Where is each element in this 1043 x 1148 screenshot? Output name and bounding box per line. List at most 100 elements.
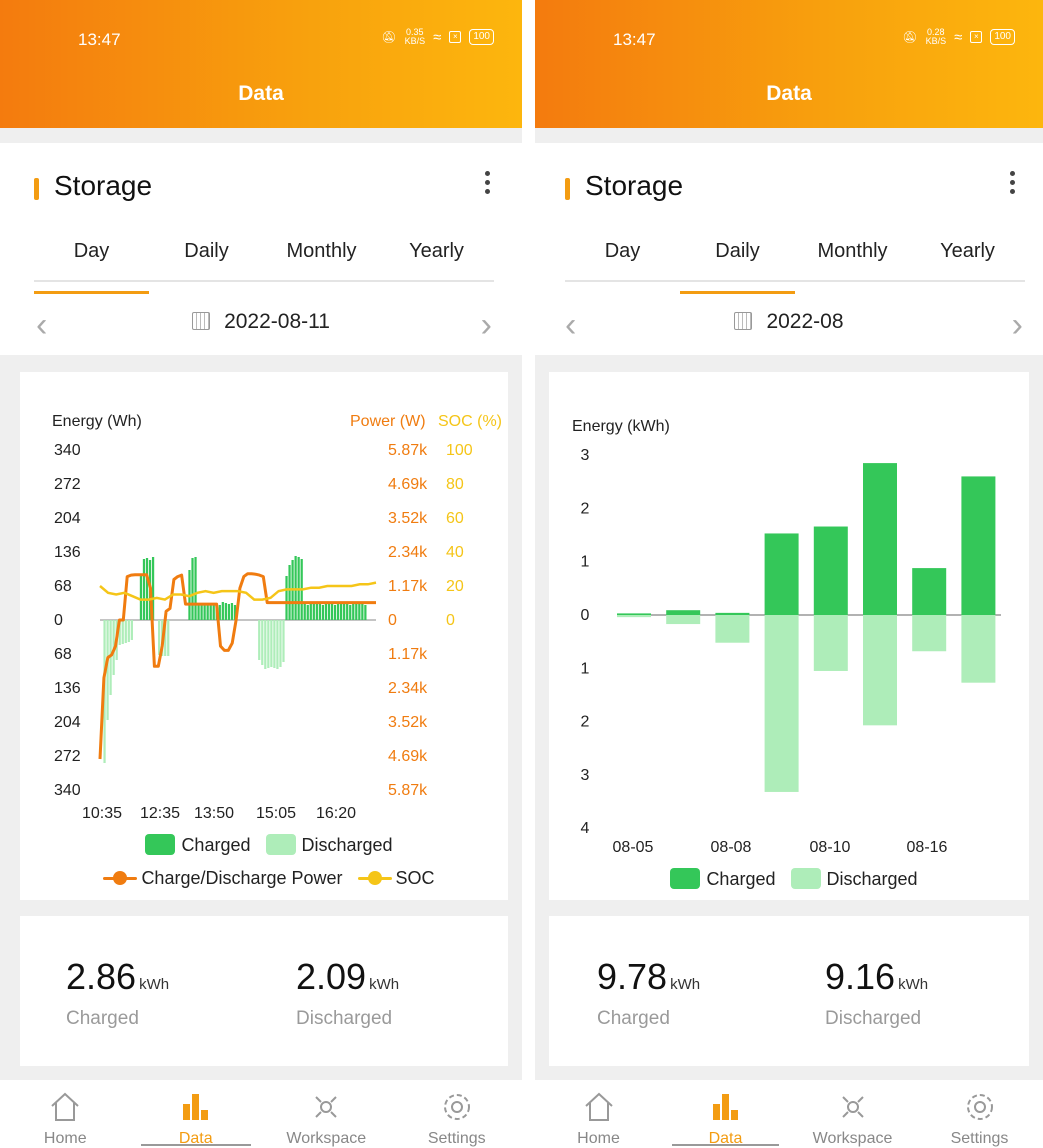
home-icon [51, 1092, 79, 1121]
nav-label-workspace: Workspace [812, 1130, 893, 1147]
y-tick-label: 2 [581, 500, 590, 517]
charged-unit: kWh [139, 976, 170, 993]
tab-monthly[interactable]: Monthly [264, 238, 379, 280]
discharged-stat: 9.16 kWh Discharged [825, 956, 928, 1030]
energy-tick-label: 136 [54, 680, 81, 697]
charged-bar [303, 603, 306, 620]
energy-tick-label: 340 [54, 442, 81, 459]
power-axis-title: Power (W) [350, 413, 426, 430]
charged-bar [191, 558, 194, 620]
nav-data[interactable]: Data [662, 1080, 789, 1148]
bottom-nav: Home Data Workspace Settings [535, 1080, 1043, 1148]
wifi-icon: ≈ [954, 28, 963, 46]
discharged-bar [127, 620, 130, 642]
legend-swatch-charged [670, 868, 701, 889]
x-tick-label: 15:05 [256, 805, 296, 822]
network-speed: 0.28 KB/S [925, 27, 947, 46]
gear-icon [443, 1094, 470, 1120]
charged-bar [306, 605, 309, 620]
discharged-bar [617, 615, 651, 618]
discharged-bar [666, 615, 701, 625]
tab-daily[interactable]: Daily [680, 238, 795, 294]
period-tabs: Day Daily Monthly Yearly [565, 238, 1025, 294]
discharged-bar [961, 615, 996, 683]
date-picker[interactable]: 2022-08 [535, 310, 1043, 334]
section-marker [565, 178, 570, 200]
x-tick-label: 08-10 [810, 839, 851, 856]
more-options-icon[interactable] [1007, 171, 1017, 198]
bottom-nav: Home Data Workspace Settings [0, 1080, 522, 1148]
nav-workspace[interactable]: Workspace [789, 1080, 916, 1148]
nav-workspace[interactable]: Workspace [261, 1080, 392, 1148]
section-title: Storage [585, 170, 684, 201]
storage-panel: Storage Day Daily Monthly Yearly ‹ 2022-… [535, 143, 1043, 355]
energy-tick-label: 68 [54, 646, 72, 663]
tab-yearly[interactable]: Yearly [379, 238, 494, 280]
discharged-bar [279, 620, 282, 667]
y-tick-label: 0 [581, 607, 590, 624]
x-tick-label: 08-16 [907, 839, 948, 856]
tab-yearly[interactable]: Yearly [910, 238, 1025, 280]
legend-swatch-discharged [790, 868, 821, 889]
app-header: 13:47 🔕︎ 0.35 KB/S ≈ × 100 Data [0, 0, 522, 128]
charged-bar [315, 604, 318, 620]
soc-tick-label: 20 [446, 578, 464, 595]
discharged-unit: kWh [898, 976, 929, 993]
charged-bar [617, 613, 651, 615]
nav-data[interactable]: Data [131, 1080, 262, 1148]
legend-lines: Charge/Discharge Power SOC [20, 868, 508, 889]
energy-tick-label: 136 [54, 544, 81, 561]
tab-day[interactable]: Day [565, 238, 680, 280]
legend-energy: Charged Discharged [549, 868, 1029, 890]
charged-bar [321, 605, 325, 620]
charged-label: Charged [597, 1008, 670, 1029]
discharged-bar [167, 620, 170, 656]
sim-icon: × [449, 31, 462, 43]
charged-bar [330, 603, 334, 620]
legend-label-discharged: Discharged [301, 835, 393, 855]
legend-label-power: Charge/Discharge Power [141, 868, 343, 888]
selected-date: 2022-08-11 [224, 310, 330, 333]
bar-chart-icon [712, 1094, 738, 1120]
charged-bar [227, 604, 231, 620]
soc-axis-title: SOC (%) [438, 413, 502, 430]
energy-tick-label: 340 [54, 782, 81, 799]
status-time: 13:47 [613, 30, 656, 49]
selected-date: 2022-08 [766, 310, 844, 333]
energy-tick-label: 272 [54, 476, 81, 493]
storage-panel: Storage Day Daily Monthly Yearly ‹ 2022-… [0, 143, 522, 355]
nav-label-workspace: Workspace [286, 1130, 367, 1147]
charged-bar [327, 604, 331, 620]
page-title: Data [238, 82, 284, 105]
charged-bar [361, 603, 364, 620]
discharged-bar [158, 620, 161, 655]
nav-settings[interactable]: Settings [392, 1080, 523, 1148]
nav-home[interactable]: Home [0, 1080, 131, 1148]
power-tick-label: 3.52k [388, 714, 428, 731]
x-tick-label: 12:35 [140, 805, 180, 822]
nav-settings[interactable]: Settings [916, 1080, 1043, 1148]
discharged-bar [863, 615, 897, 726]
tab-daily[interactable]: Daily [149, 238, 264, 280]
date-picker[interactable]: 2022-08-11 [0, 310, 522, 334]
chevron-right-icon[interactable]: › [1012, 308, 1023, 342]
charged-bar [200, 604, 203, 620]
status-time: 13:47 [78, 30, 121, 49]
chevron-right-icon[interactable]: › [481, 308, 492, 342]
discharged-value: 2.09 [296, 956, 367, 997]
battery-indicator: 100 [990, 29, 1015, 45]
power-tick-label: 1.17k [388, 646, 428, 663]
energy-tick-label: 68 [54, 578, 72, 595]
tab-monthly[interactable]: Monthly [795, 238, 910, 280]
more-options-icon[interactable] [482, 171, 492, 198]
power-tick-label: 5.87k [388, 782, 428, 799]
tab-day[interactable]: Day [34, 238, 149, 294]
charged-bar [230, 603, 234, 620]
charged-bar [288, 565, 291, 620]
daily-chart-svg: Energy (kWh) 3 2 1 0 1 2 3 4 08-05 08-08 08-10 08-1… [572, 418, 1001, 856]
discharged-stat: 2.09 kWh Discharged [296, 956, 399, 1030]
nav-home[interactable]: Home [535, 1080, 662, 1148]
discharged-bar [715, 615, 750, 643]
charged-bar [343, 603, 346, 620]
soc-tick-label: 100 [446, 442, 473, 459]
